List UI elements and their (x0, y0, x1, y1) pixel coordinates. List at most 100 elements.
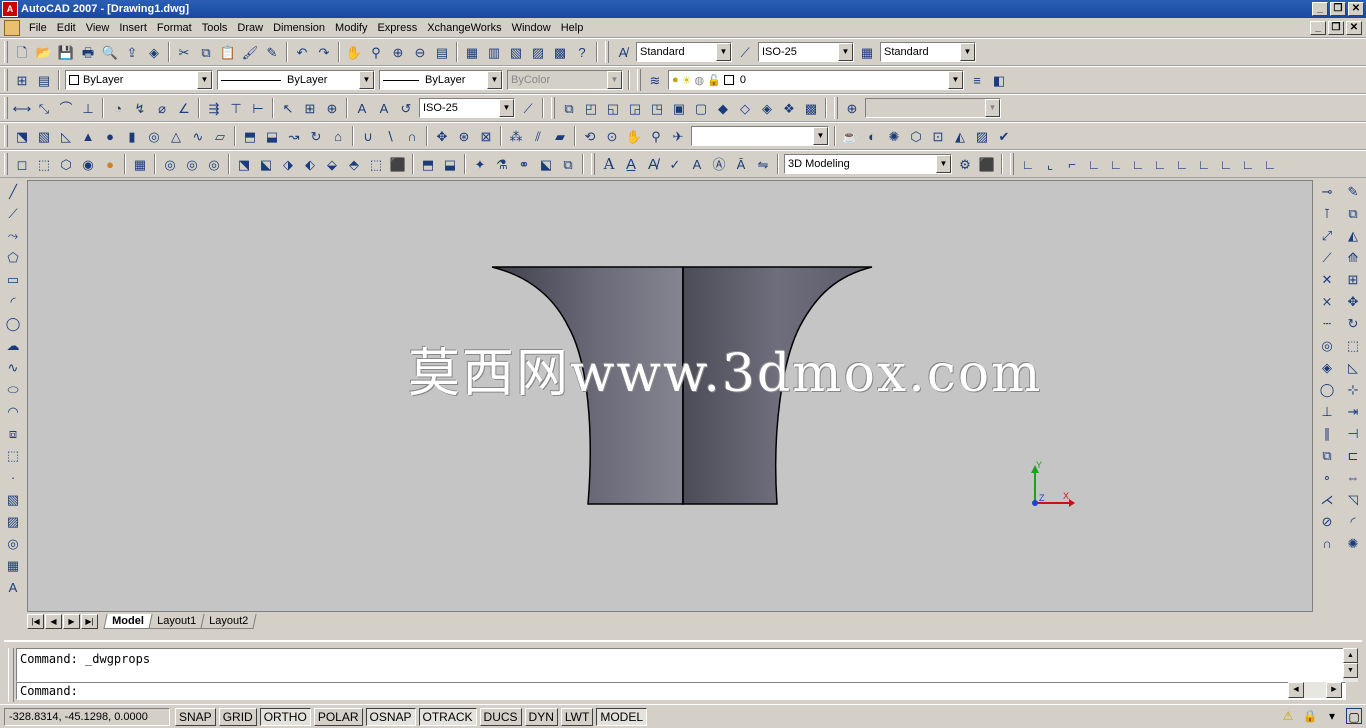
linetype-dropdown[interactable]: ByLayer ▼ (217, 70, 375, 90)
redo-icon[interactable]: ↷ (313, 41, 335, 63)
status-toggle-osnap[interactable]: OSNAP (365, 707, 416, 726)
snap-intersection-icon[interactable]: ✕ (1316, 268, 1338, 290)
document-icon[interactable] (4, 19, 20, 36)
view-manager-icon[interactable]: ⧉ (558, 97, 580, 119)
chevron-down-icon[interactable]: ▼ (197, 71, 212, 89)
radius-icon[interactable]: ◔ (107, 97, 129, 119)
dim-style-manager-icon[interactable]: ⟋ (517, 97, 539, 119)
make-block-icon[interactable]: ⬚ (2, 444, 24, 466)
point-icon[interactable]: · (2, 466, 24, 488)
toolbar-grip[interactable] (4, 41, 8, 63)
menu-window[interactable]: Window (507, 22, 556, 34)
status-toggle-lwt[interactable]: LWT (560, 707, 594, 726)
angular-icon[interactable]: ∠ (173, 97, 195, 119)
sw-iso-icon[interactable]: ◆ (712, 97, 734, 119)
circle-icon[interactable]: ◯ (2, 312, 24, 334)
status-toggle-polar[interactable]: POLAR (313, 707, 363, 726)
snap-midpoint-icon[interactable]: ⟋ (1316, 246, 1338, 268)
snap-parallel-icon[interactable]: ∥ (1316, 422, 1338, 444)
ucs-view-icon[interactable]: ∟ (1127, 153, 1149, 175)
polyline-icon[interactable]: ⤳ (2, 224, 24, 246)
save-icon[interactable]: 💾 (55, 41, 77, 63)
toolbar-grip[interactable] (605, 41, 609, 63)
ne-iso-icon[interactable]: ◈ (756, 97, 778, 119)
rotate-faces-icon[interactable]: ⬙ (321, 153, 343, 175)
advanced-render-icon[interactable]: ▨ (971, 125, 993, 147)
presspull-icon[interactable]: ⬓ (261, 125, 283, 147)
arc-icon[interactable]: ◜ (2, 290, 24, 312)
zoom-previous-icon[interactable]: ⊖ (409, 41, 431, 63)
text-style-icon[interactable]: A̸ (612, 41, 634, 63)
break-at-point-icon[interactable]: ⊣ (1342, 422, 1364, 444)
3d-orbit-icon[interactable]: ⟲ (579, 125, 601, 147)
bottom-view-icon[interactable]: ◱ (602, 97, 624, 119)
block-editor-icon[interactable]: ✎ (261, 41, 283, 63)
publish-icon[interactable]: ⇪ (121, 41, 143, 63)
se-iso-icon[interactable]: ◇ (734, 97, 756, 119)
markup-icon[interactable]: ▨ (527, 41, 549, 63)
section-plane-icon[interactable]: ⧉ (557, 153, 579, 175)
stretch-icon[interactable]: ◺ (1342, 356, 1364, 378)
toolbar-grip[interactable] (551, 97, 555, 119)
status-toggle-snap[interactable]: SNAP (175, 707, 216, 726)
snap-temp-icon[interactable]: ⊸ (1316, 180, 1338, 202)
snap-node-icon[interactable]: ∘ (1316, 466, 1338, 488)
polygon-icon[interactable]: ⬠ (2, 246, 24, 268)
plot-preview-icon[interactable]: 🔍 (99, 41, 121, 63)
sheet-set-icon[interactable]: ▧ (505, 41, 527, 63)
text-style-dropdown[interactable]: Standard ▼ (636, 42, 732, 62)
quick-dim-icon[interactable]: ⇶ (203, 97, 225, 119)
front-view-icon[interactable]: ▣ (668, 97, 690, 119)
solid-union-icon[interactable]: ◎ (159, 153, 181, 175)
torus-icon[interactable]: ◎ (143, 125, 165, 147)
workspace-settings-icon[interactable]: ⚙ (954, 153, 976, 175)
close-button[interactable]: ✕ (1348, 2, 1364, 16)
3d-move-icon[interactable]: ✥ (431, 125, 453, 147)
visual-style-dropdown[interactable]: ▼ (691, 126, 829, 146)
tab-layout1[interactable]: Layout1 (148, 613, 205, 629)
chevron-down-icon[interactable]: ▼ (960, 43, 975, 61)
dim-update-icon[interactable]: ↺ (395, 97, 417, 119)
camera-icon[interactable]: ▩ (800, 97, 822, 119)
2d-wireframe-icon[interactable]: ◻ (11, 153, 33, 175)
toolbar-grip[interactable] (834, 97, 838, 119)
aligned-dim-icon[interactable]: ⤡ (33, 97, 55, 119)
3d-align-icon[interactable]: ⊠ (475, 125, 497, 147)
text-style-tool-icon[interactable]: A (686, 153, 708, 175)
lineweight-dropdown[interactable]: ByLayer ▼ (379, 70, 503, 90)
command-vertical-scrollbar[interactable]: ▲ ▼ (1343, 648, 1358, 682)
toolbar-grip[interactable] (4, 69, 8, 91)
table-icon[interactable]: ▦ (2, 554, 24, 576)
thicken-icon[interactable]: ▰ (549, 125, 571, 147)
drawing-viewport[interactable]: 莫西网www.3dmox.com X Y Z (27, 180, 1313, 612)
scroll-track[interactable] (1304, 682, 1326, 698)
copy-object-icon[interactable]: ⧉ (1342, 202, 1364, 224)
menu-view[interactable]: View (81, 22, 115, 34)
snap-insert-icon[interactable]: ⧉ (1316, 444, 1338, 466)
snap-tangent-icon[interactable]: ◯ (1316, 378, 1338, 400)
3d-walk-icon[interactable]: ⚲ (645, 125, 667, 147)
move-icon[interactable]: ✥ (1342, 290, 1364, 312)
ucs-zaxis-icon[interactable]: ∟ (1171, 153, 1193, 175)
quickcalc-icon[interactable]: ▩ (549, 41, 571, 63)
doc-minimize-button[interactable]: _ (1310, 21, 1326, 35)
snap-nearest-icon[interactable]: ⋌ (1316, 488, 1338, 510)
planar-surface-icon[interactable]: ▱ (209, 125, 231, 147)
back-view-icon[interactable]: ▢ (690, 97, 712, 119)
check-icon[interactable]: ⚭ (513, 153, 535, 175)
dim-style-icon[interactable]: ⟋ (734, 41, 756, 63)
doc-restore-button[interactable]: ❐ (1328, 21, 1344, 35)
menu-tools[interactable]: Tools (197, 22, 233, 34)
tab-model[interactable]: Model (103, 613, 153, 629)
jogged-icon[interactable]: ↯ (129, 97, 151, 119)
autocad-app-icon[interactable]: A (2, 1, 18, 17)
workspace-save-icon[interactable]: ⬛ (976, 153, 998, 175)
layer-properties-icon[interactable]: ≋ (644, 69, 666, 91)
menu-format[interactable]: Format (152, 22, 197, 34)
zoom-realtime-icon[interactable]: ⚲ (365, 41, 387, 63)
rotate-icon[interactable]: ↻ (1342, 312, 1364, 334)
insert-block-icon[interactable]: ⧈ (2, 422, 24, 444)
snap-extension-icon[interactable]: ┄ (1316, 312, 1338, 334)
ucs-origin-icon[interactable]: ∟ (1149, 153, 1171, 175)
union-icon[interactable]: ∪ (357, 125, 379, 147)
